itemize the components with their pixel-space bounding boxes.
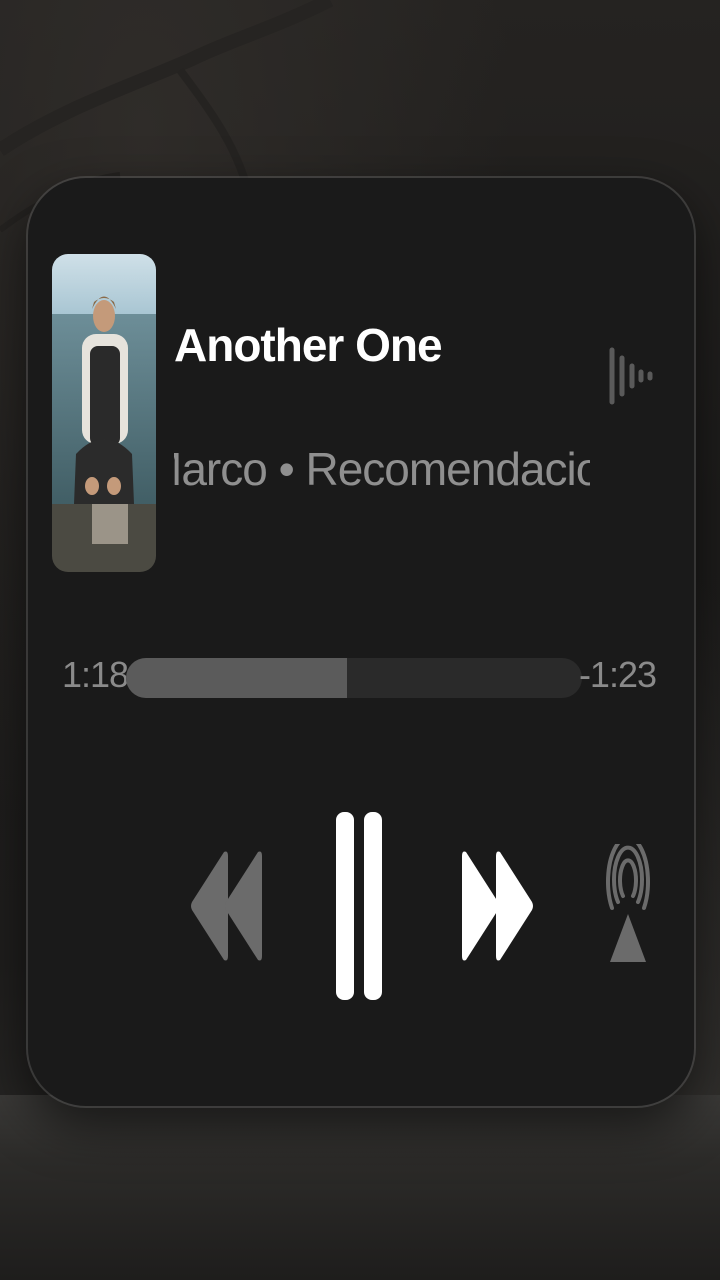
track-subtitle-marquee: Marco • Recomendaciones para ti bbox=[174, 442, 590, 502]
rewind-icon[interactable] bbox=[190, 848, 262, 964]
track-subtitle: Marco • Recomendaciones para ti bbox=[174, 443, 590, 495]
remaining-time: -1:23 bbox=[578, 654, 657, 695]
fast-forward-icon[interactable] bbox=[462, 848, 534, 964]
pause-icon[interactable] bbox=[336, 812, 384, 1000]
ground-background bbox=[0, 1095, 720, 1280]
waveform-icon[interactable] bbox=[608, 344, 654, 408]
album-art[interactable] bbox=[52, 254, 156, 572]
track-title: Another One bbox=[174, 319, 443, 371]
progress-bar[interactable] bbox=[126, 658, 582, 698]
now-playing-widget: Another One Marco • Recomendaciones para… bbox=[28, 178, 694, 1106]
progress-fill bbox=[126, 658, 348, 698]
airplay-icon[interactable] bbox=[606, 844, 650, 966]
elapsed-time: 1:18 bbox=[62, 654, 129, 695]
